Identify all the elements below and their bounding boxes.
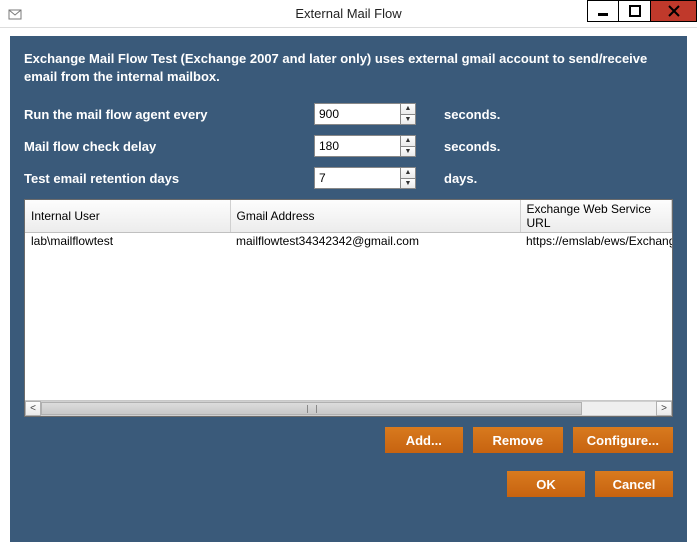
dialog-buttons: OK Cancel — [24, 471, 673, 497]
table-row[interactable]: lab\mailflowtest mailflowtest34342342@gm… — [25, 233, 672, 250]
spin-down-icon[interactable]: ▼ — [400, 179, 416, 190]
scroll-thumb[interactable] — [41, 402, 582, 415]
spin-up-icon[interactable]: ▲ — [400, 135, 416, 147]
run-every-spinner[interactable]: ▲ ▼ — [314, 103, 416, 125]
spin-down-icon[interactable]: ▼ — [400, 147, 416, 158]
title-bar: External Mail Flow — [0, 0, 697, 28]
scroll-left-icon[interactable]: < — [25, 401, 41, 416]
retention-input[interactable] — [314, 167, 400, 189]
add-button[interactable]: Add... — [385, 427, 463, 453]
scroll-right-icon[interactable]: > — [656, 401, 672, 416]
configure-button[interactable]: Configure... — [573, 427, 673, 453]
col-ews-url[interactable]: Exchange Web Service URL — [520, 200, 672, 233]
run-every-input[interactable] — [314, 103, 400, 125]
grid-buttons: Add... Remove Configure... — [24, 427, 673, 453]
close-button[interactable] — [651, 0, 697, 22]
dialog-window: External Mail Flow Exchange Mail Flow Te… — [0, 0, 697, 552]
retention-unit: days. — [444, 171, 477, 186]
retention-spinner[interactable]: ▲ ▼ — [314, 167, 416, 189]
scroll-track[interactable] — [41, 401, 656, 416]
run-every-label: Run the mail flow agent every — [24, 107, 314, 122]
run-every-row: Run the mail flow agent every ▲ ▼ second… — [24, 101, 673, 127]
spin-up-icon[interactable]: ▲ — [400, 103, 416, 115]
remove-button[interactable]: Remove — [473, 427, 563, 453]
check-delay-spinner[interactable]: ▲ ▼ — [314, 135, 416, 157]
retention-label: Test email retention days — [24, 171, 314, 186]
users-table[interactable]: Internal User Gmail Address Exchange Web… — [25, 200, 672, 249]
users-grid: Internal User Gmail Address Exchange Web… — [24, 199, 673, 417]
cell-gmail: mailflowtest34342342@gmail.com — [230, 233, 520, 250]
minimize-button[interactable] — [587, 0, 619, 22]
scroll-grip-icon — [307, 405, 317, 413]
cell-internal-user: lab\mailflowtest — [25, 233, 230, 250]
col-gmail-address[interactable]: Gmail Address — [230, 200, 520, 233]
col-internal-user[interactable]: Internal User — [25, 200, 230, 233]
spin-down-icon[interactable]: ▼ — [400, 115, 416, 126]
horizontal-scrollbar[interactable]: < > — [25, 400, 672, 416]
check-delay-unit: seconds. — [444, 139, 500, 154]
maximize-button[interactable] — [619, 0, 651, 22]
cancel-button[interactable]: Cancel — [595, 471, 673, 497]
app-icon — [6, 4, 26, 24]
check-delay-input[interactable] — [314, 135, 400, 157]
check-delay-label: Mail flow check delay — [24, 139, 314, 154]
check-delay-row: Mail flow check delay ▲ ▼ seconds. — [24, 133, 673, 159]
window-controls — [587, 0, 697, 28]
intro-text: Exchange Mail Flow Test (Exchange 2007 a… — [24, 50, 673, 85]
cell-ews: https://emslab/ews/Exchange. — [520, 233, 672, 250]
retention-row: Test email retention days ▲ ▼ days. — [24, 165, 673, 191]
client-area: Exchange Mail Flow Test (Exchange 2007 a… — [10, 36, 687, 542]
spin-up-icon[interactable]: ▲ — [400, 167, 416, 179]
ok-button[interactable]: OK — [507, 471, 585, 497]
run-every-unit: seconds. — [444, 107, 500, 122]
